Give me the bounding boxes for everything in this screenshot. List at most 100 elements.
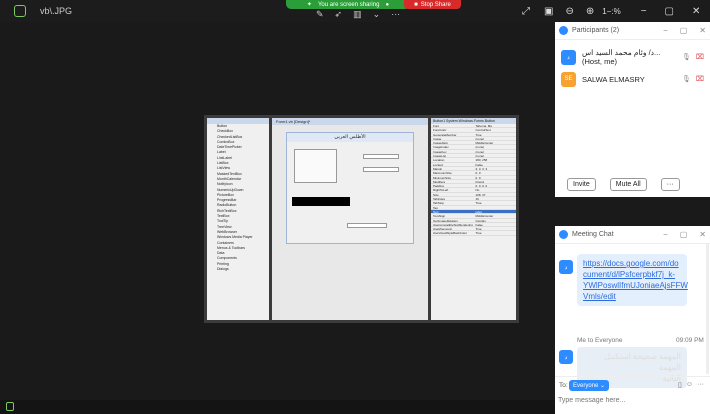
more-icon[interactable]: ··· [391, 9, 400, 20]
link-line[interactable]: YWlPoswlIfmUJoniaeAjsFFW [583, 280, 688, 291]
avatar: SE [561, 71, 576, 87]
form-input-1 [363, 154, 399, 159]
property-name: MaximumSize [433, 171, 452, 175]
property-row[interactable]: UseVisualStyleBackColor True [431, 231, 516, 236]
toolbox-item[interactable]: Dialogs [207, 267, 269, 272]
to-label: To: [559, 382, 568, 389]
invite-button[interactable]: Invite [567, 178, 596, 191]
minimize-icon[interactable]: − [663, 26, 668, 35]
property-name: TabStop [433, 201, 445, 205]
participant-name: د/ وئام محمد السيد اس... (Host, me) [582, 48, 661, 66]
microphone-icon[interactable]: 🎙 [682, 53, 691, 61]
zoom-in-icon[interactable]: ⊕ [586, 6, 594, 17]
property-value: (none) [475, 145, 485, 149]
property-value: jabor [475, 209, 483, 214]
property-name: ImageKey [433, 149, 447, 154]
maximize-icon[interactable]: ▢ [680, 230, 688, 239]
property-value: MiddleCenter [475, 214, 494, 218]
zoom-logo-icon [559, 26, 568, 35]
pointer-icon[interactable]: ➶ [335, 9, 343, 20]
zoom-out-icon[interactable]: ⊖ [565, 6, 573, 17]
emoji-icon[interactable]: ☺ [686, 381, 693, 389]
property-value: False [475, 162, 483, 166]
chat-footer: To: Everyone ⌄ ▯ ☺ ··· [555, 376, 710, 414]
file-icon[interactable]: ▯ [678, 381, 682, 389]
more-icon[interactable]: ··· [697, 381, 704, 389]
form-input-2 [363, 167, 399, 172]
chat-input[interactable] [558, 397, 706, 404]
form-preview: الأطلس العربي [286, 132, 414, 244]
recipient-dropdown[interactable]: Everyone ⌄ [569, 380, 610, 391]
property-name: UseMnemonic [433, 227, 453, 231]
zoom-logo-icon [559, 230, 568, 239]
chat-header: Meeting Chat − ▢ ✕ [555, 226, 710, 244]
link-message[interactable]: https://docs.google.com/do cument/d/lPsf… [577, 254, 688, 306]
property-name: ImageIndex [433, 145, 449, 149]
picture-box [294, 149, 337, 183]
minimize-icon[interactable]: − [663, 230, 668, 239]
maximize-icon[interactable]: ▢ [680, 26, 688, 35]
property-name: Margin [433, 166, 443, 171]
close-icon[interactable]: ✕ [699, 230, 706, 239]
close-icon[interactable]: ✕ [692, 6, 700, 17]
property-name: MinimumSize [433, 175, 452, 179]
link-line[interactable]: Vmls/edit [583, 291, 681, 302]
app-icon [14, 5, 26, 17]
screen-sharing-banner[interactable]: ✦ You are screen sharing ● [286, 0, 410, 9]
toolbox-list: Button CheckBox CheckedListBox ComboBox Date… [207, 124, 269, 272]
link-line[interactable]: cument/d/lPsfcerpbkf7j_k- [583, 269, 681, 280]
sidebar-app-icon[interactable] [6, 402, 14, 411]
property-value: 16 [475, 197, 479, 201]
designer-panel: Form1.vb [Design]* الأطلس العربي [272, 118, 428, 320]
property-name: ForeColor [433, 128, 447, 132]
mute-all-button[interactable]: Mute All [609, 178, 647, 191]
window-titlebar: vb\.JPG ✦ You are screen sharing ● ■ Sto… [0, 0, 555, 22]
participant-row[interactable]: SE SALWA ELMASRY 🎙 ⌧ [555, 68, 710, 90]
participant-name: SALWA ELMASRY [582, 74, 645, 84]
maximize-icon[interactable]: ▢ [665, 6, 674, 17]
participant-row[interactable]: د د/ وئام محمد السيد اس... (Host, me) 🎙 ⌧ [555, 46, 710, 68]
participants-title: Participants (2) [572, 27, 620, 34]
tab-designer[interactable]: Form1.vb [Design]* [272, 118, 428, 125]
more-button[interactable]: ··· [660, 178, 680, 191]
property-value: MiddleCenter [475, 141, 494, 145]
stop-share-label: Stop Share [420, 1, 451, 8]
message-sender: Me to Everyone [577, 337, 623, 344]
pen-icon[interactable]: ✎ [316, 9, 324, 20]
form-button [347, 223, 387, 228]
property-value: 0, 0, 0, 0 [475, 184, 488, 188]
avatar: د [561, 49, 576, 65]
share-toolbar: ✎ ➶ ▥ ⌄ ··· [316, 9, 400, 20]
chevron-down-icon[interactable]: ⌄ [373, 9, 381, 20]
video-off-icon[interactable]: ⌧ [696, 75, 704, 83]
participants-header: Participants (2) − ▢ ✕ [555, 22, 710, 40]
fit-window-icon[interactable]: ▣ [544, 6, 553, 17]
close-icon[interactable]: ✕ [699, 26, 706, 35]
property-value: Tahoma, 8pt [475, 124, 493, 128]
property-name: Size [433, 192, 439, 197]
bottom-bar [0, 400, 555, 414]
property-value: False [475, 222, 483, 227]
shield-icon: ● [385, 1, 390, 8]
toolbox-panel: Button CheckBox CheckedListBox ComboBox Date… [207, 118, 269, 320]
trash-icon[interactable]: ▥ [353, 9, 362, 20]
property-value: Overlay [475, 218, 486, 222]
chat-scrollbar[interactable] [706, 244, 709, 374]
property-name: Padding [433, 184, 445, 188]
property-value: 108, 37 [475, 192, 486, 197]
microphone-icon[interactable]: 🎙 [682, 75, 691, 83]
link-line[interactable]: https://docs.google.com/do [583, 258, 681, 269]
property-name: ImageAlign [433, 141, 449, 145]
property-value: (none) [475, 154, 485, 158]
stop-share-button[interactable]: ■ Stop Share [404, 0, 461, 9]
minimize-icon[interactable]: − [641, 6, 647, 17]
expand-icon[interactable]: ⤢ [522, 6, 530, 17]
sharing-icon: ✦ [306, 2, 312, 8]
property-value: 0, 0 [475, 171, 481, 175]
property-value: True [475, 227, 482, 231]
viewer-controls: ⤢ ▣ ⊖ ⊕ 1−:% − ▢ ✕ [522, 0, 710, 22]
message-line: المهمة صحيحة استكمل المهمة [604, 352, 681, 372]
video-off-icon[interactable]: ⌧ [696, 53, 704, 61]
property-name: TabIndex [433, 197, 446, 201]
property-name: Modifiers [433, 179, 446, 184]
